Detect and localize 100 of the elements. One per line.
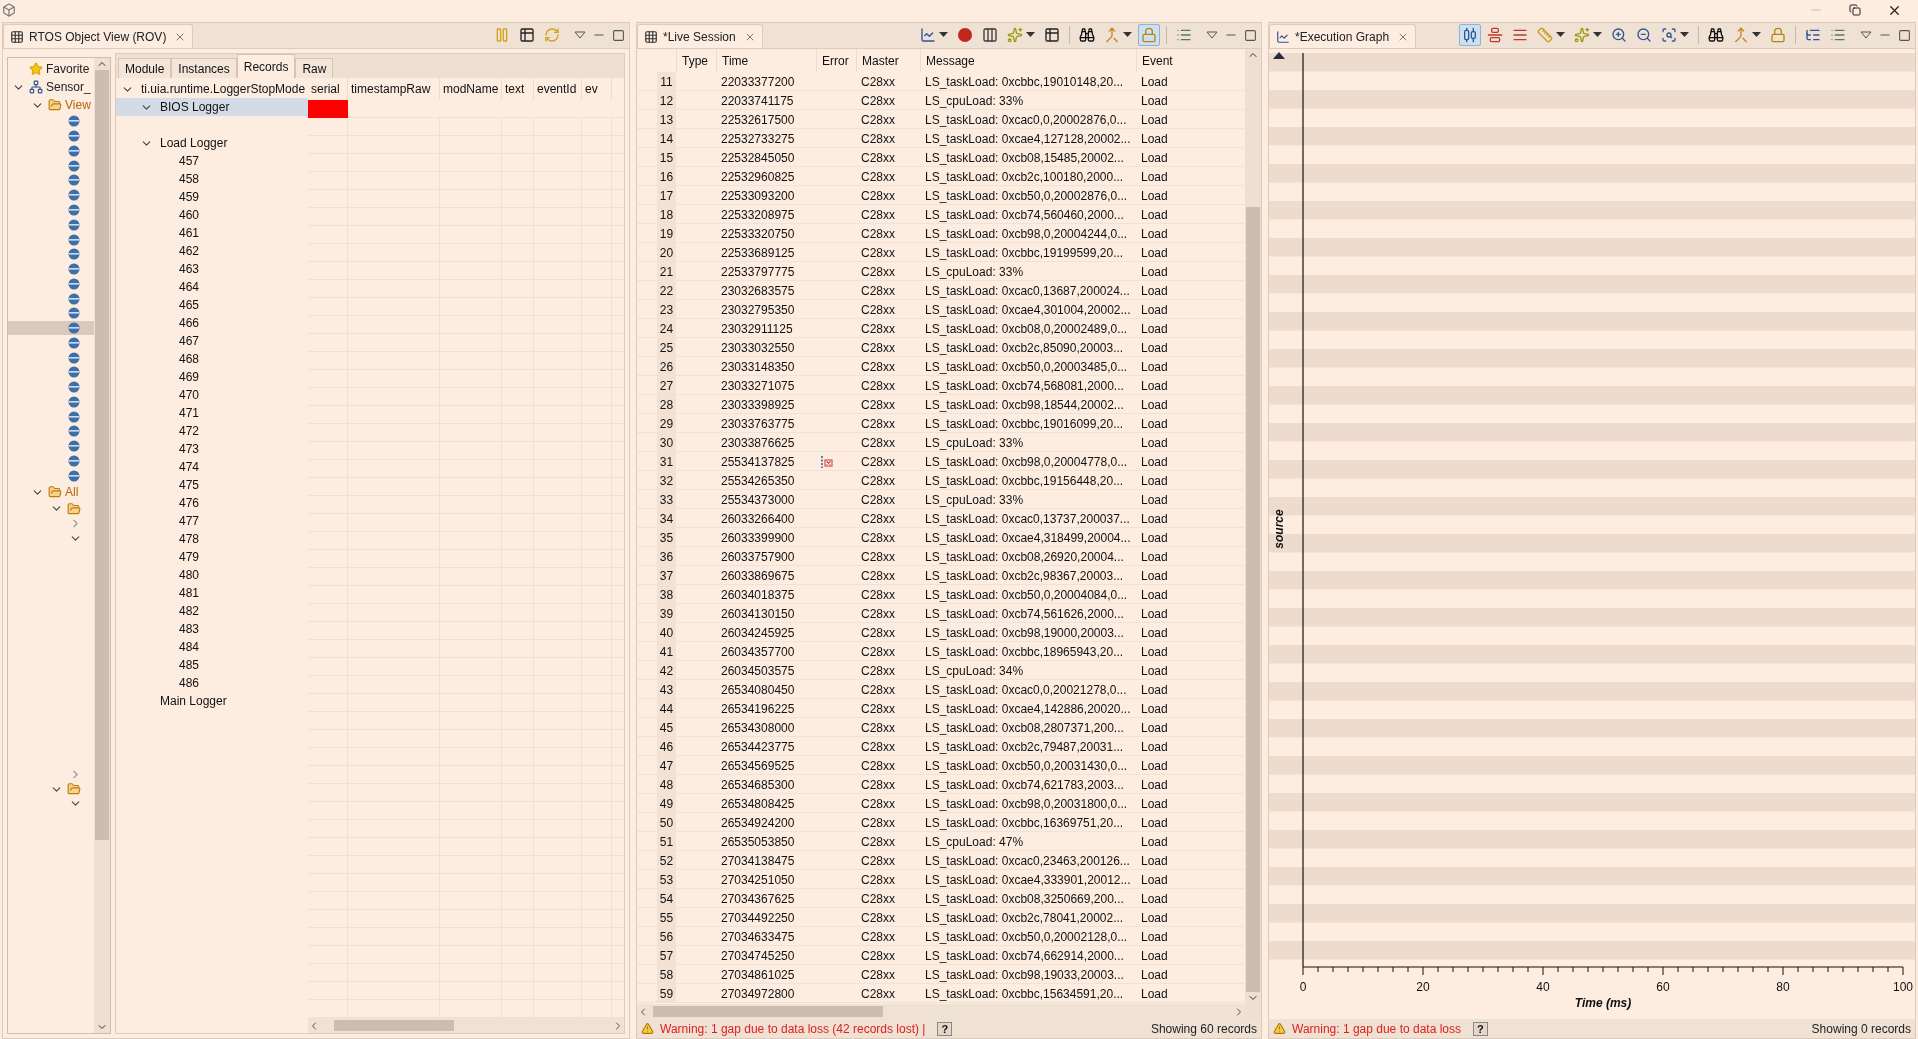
tab[interactable]: Raw: [295, 58, 334, 78]
message-cell-text: LS_taskLoad: 0xcb08,26920,20004...: [924, 548, 1125, 566]
tree-item[interactable]: Load Logger: [116, 134, 308, 152]
tree-item[interactable]: [8, 320, 94, 336]
tree-item[interactable]: 468: [116, 350, 308, 368]
tree-item[interactable]: 463: [116, 260, 308, 278]
tree-item[interactable]: 480: [116, 566, 308, 584]
tree-item[interactable]: All: [8, 483, 94, 502]
scrollbar-thumb[interactable]: [95, 70, 109, 840]
vertical-scrollbar[interactable]: [94, 58, 110, 1033]
time-cell-text: 26534196225: [720, 700, 796, 718]
master-cell-text: C28xx: [860, 187, 896, 205]
tree-item[interactable]: 479: [116, 548, 308, 566]
master-cell-text: C28xx: [860, 567, 896, 585]
event-cell-text: Load: [1140, 662, 1169, 680]
column-header[interactable]: Error: [816, 49, 856, 72]
tree-item[interactable]: 483: [116, 620, 308, 638]
tree-item[interactable]: 470: [116, 386, 308, 404]
tree-item[interactable]: BIOS Logger: [116, 98, 308, 116]
view-tab[interactable]: *Live Session: [637, 24, 763, 48]
align-button[interactable]: [1459, 24, 1481, 46]
tree-item[interactable]: 478: [116, 530, 308, 548]
maximize-button[interactable]: [1244, 28, 1257, 42]
row-number: 20: [657, 243, 676, 262]
tree-item[interactable]: Main Logger: [116, 692, 308, 710]
column-header[interactable]: modName: [440, 78, 502, 100]
lock-button[interactable]: [1138, 24, 1160, 46]
tree-item[interactable]: 485: [116, 656, 308, 674]
column-header[interactable]: Time: [716, 49, 816, 72]
tree-item[interactable]: 472: [116, 422, 308, 440]
maximize-button[interactable]: [612, 28, 625, 42]
row-number: 34: [657, 509, 676, 528]
master-cell-text: C28xx: [860, 643, 896, 661]
message-cell-text: LS_taskLoad: 0xcac0,23463,200126...: [924, 852, 1131, 870]
row-number: 52: [657, 851, 676, 870]
maximize-button[interactable]: [1898, 28, 1911, 42]
tree-item-label: 480: [179, 567, 200, 584]
tree-item[interactable]: 482: [116, 602, 308, 620]
tree-item[interactable]: Sensor_: [8, 78, 94, 96]
message-cell-text: LS_taskLoad: 0xcb50,0,20002128,0...: [924, 928, 1129, 946]
help-button[interactable]: ?: [937, 1021, 953, 1036]
window-restore-button[interactable]: [1849, 4, 1861, 16]
column-header[interactable]: Type: [676, 49, 716, 72]
table-icon: [1044, 27, 1060, 43]
view-menu-button[interactable]: [574, 31, 586, 39]
tree-item[interactable]: 465: [116, 296, 308, 314]
tab[interactable]: Module: [118, 58, 172, 78]
tree-item[interactable]: 457: [116, 152, 308, 170]
tree-item[interactable]: 464: [116, 278, 308, 296]
column-header[interactable]: text: [502, 78, 534, 100]
tree-item[interactable]: 486: [116, 674, 308, 692]
view-tab[interactable]: RTOS Object View (ROV): [3, 24, 194, 48]
horizontal-scrollbar[interactable]: [308, 1018, 624, 1033]
message-cell-text: LS_taskLoad: 0xcac0,0,20002876,0...: [924, 111, 1128, 129]
network-icon: [29, 80, 43, 94]
tree-item[interactable]: 476: [116, 494, 308, 512]
tree-item[interactable]: 471: [116, 404, 308, 422]
event-cell-text: Load: [1140, 776, 1169, 794]
scrollbar-thumb[interactable]: [334, 1020, 454, 1031]
tree-item[interactable]: 473: [116, 440, 308, 458]
view-menu-button[interactable]: [1206, 31, 1218, 39]
scrollbar-thumb[interactable]: [1246, 207, 1260, 992]
column-header[interactable]: eventId: [534, 78, 582, 100]
message-cell-text: LS_cpuLoad: 33%: [924, 434, 1025, 452]
tab[interactable]: Instances: [171, 58, 237, 78]
tree-item[interactable]: 474: [116, 458, 308, 476]
event-cell-text: Load: [1140, 301, 1169, 319]
tree-item[interactable]: 466: [116, 314, 308, 332]
x-axis-label: Time (ms): [1574, 996, 1632, 1010]
event-cell-text: Load: [1140, 871, 1169, 889]
tree-item[interactable]: 458: [116, 170, 308, 188]
tree-item[interactable]: 477: [116, 512, 308, 530]
master-cell-text: C28xx: [860, 339, 896, 357]
tree-item[interactable]: 481: [116, 584, 308, 602]
tree-item[interactable]: 469: [116, 368, 308, 386]
view-menu-button[interactable]: [1860, 31, 1872, 39]
tree-item[interactable]: 475: [116, 476, 308, 494]
scroll-up-triangle[interactable]: [1273, 52, 1285, 59]
column-header[interactable]: ev: [582, 78, 612, 100]
tree-item[interactable]: 462: [116, 242, 308, 260]
tree-item[interactable]: ti.uia.runtime.LoggerStopMode: [116, 80, 308, 98]
tree-item[interactable]: 461: [116, 224, 308, 242]
tree-item[interactable]: Favorite: [8, 60, 94, 78]
help-button[interactable]: ?: [1473, 1021, 1488, 1036]
master-cell-text: C28xx: [860, 396, 896, 414]
vertical-scrollbar[interactable]: [1245, 49, 1261, 1019]
master-cell-text: C28xx: [860, 700, 896, 718]
tree-item[interactable]: 459: [116, 188, 308, 206]
scrollbar-thumb[interactable]: [653, 1006, 883, 1017]
column-header[interactable]: Master: [856, 49, 920, 72]
view-tab[interactable]: *Execution Graph: [1269, 24, 1417, 48]
column-header[interactable]: timestampRaw: [348, 78, 440, 100]
message-cell-text: LS_taskLoad: 0xcb50,0,20031430,0...: [924, 757, 1129, 775]
time-cell-text: 26034503575: [720, 662, 796, 680]
tab[interactable]: Records: [236, 54, 296, 78]
column-header[interactable]: Message: [920, 49, 1136, 72]
tree-item[interactable]: View: [8, 96, 94, 114]
tree-item[interactable]: 467: [116, 332, 308, 350]
tree-item[interactable]: 484: [116, 638, 308, 656]
tree-item[interactable]: 460: [116, 206, 308, 224]
